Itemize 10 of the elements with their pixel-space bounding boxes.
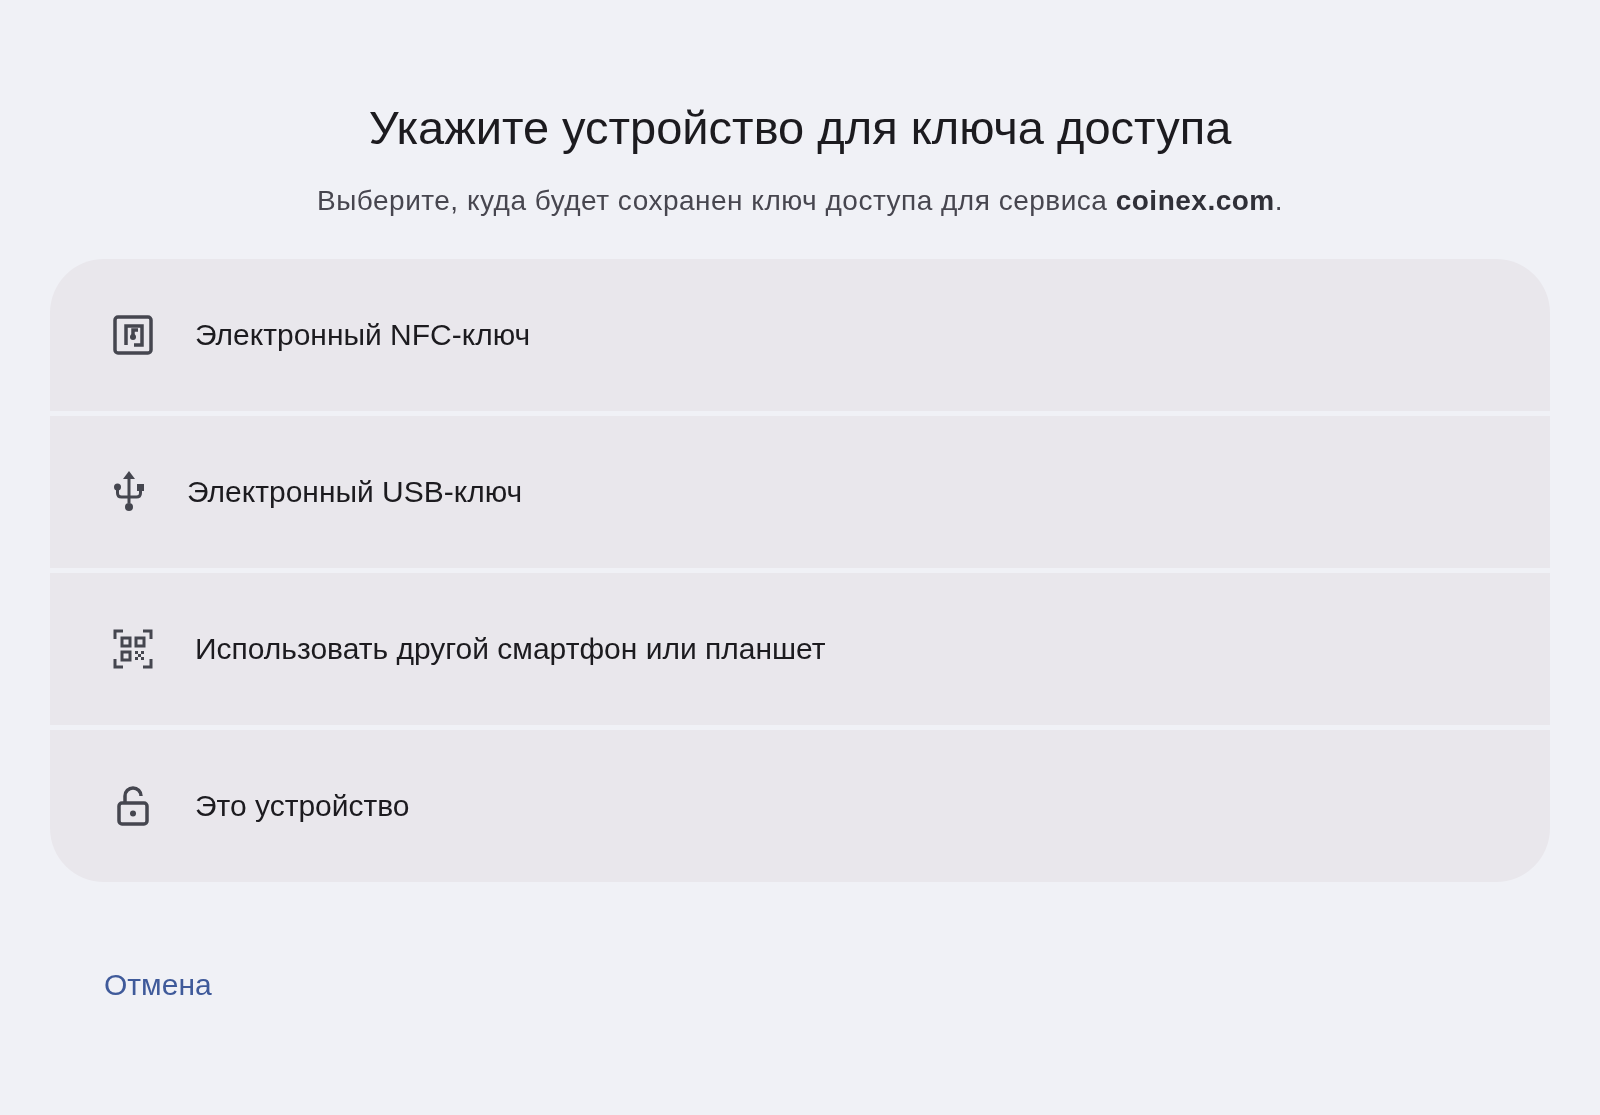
device-option[interactable]: Электронный USB-ключ (50, 416, 1550, 568)
dialog-title: Укажите устройство для ключа доступа (367, 100, 1233, 155)
cancel-button[interactable]: Отмена (90, 960, 226, 1010)
qr-code-icon (113, 629, 153, 669)
device-option[interactable]: Электронный NFC-ключ (50, 259, 1550, 411)
dialog-subtitle: Выберите, куда будет сохранен ключ доступа для сервиса coinex.com. (315, 185, 1284, 217)
nfc-icon (113, 315, 153, 355)
device-option[interactable]: Это устройство (50, 730, 1550, 882)
usb-icon (113, 470, 145, 514)
device-option[interactable]: Использовать другой смартфон или планшет (50, 573, 1550, 725)
